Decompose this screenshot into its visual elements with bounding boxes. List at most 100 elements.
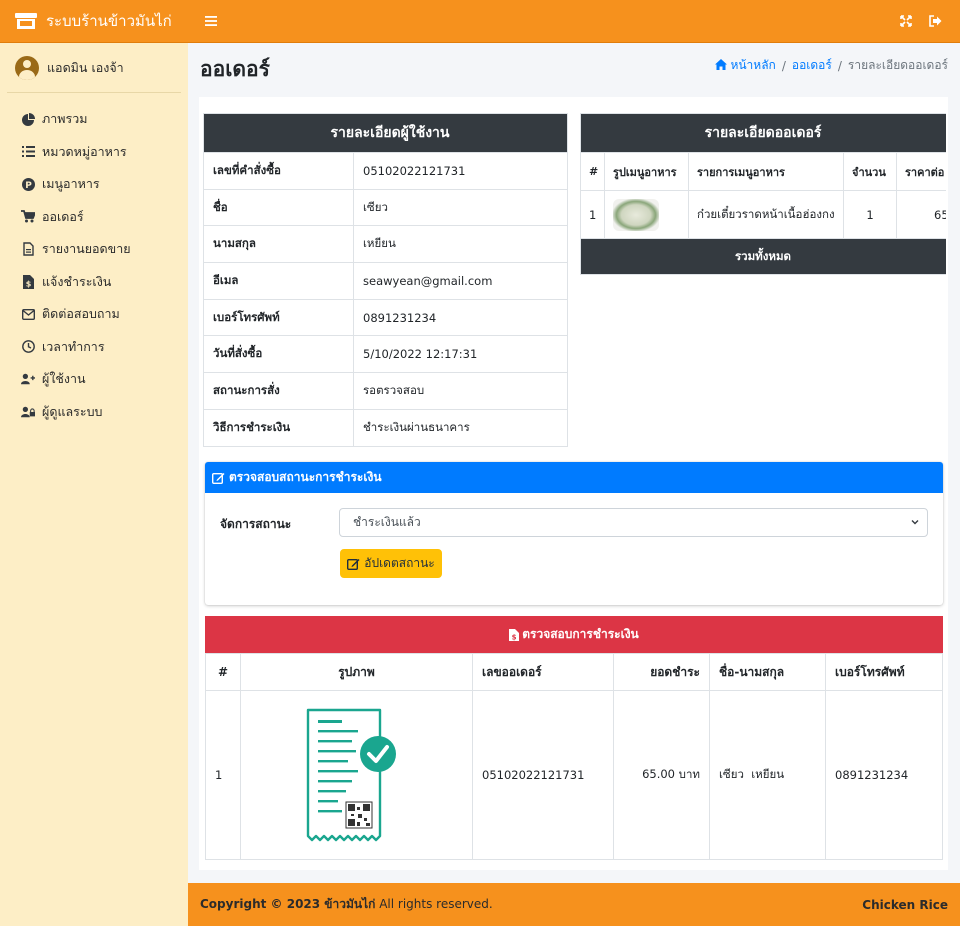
col-header: รายการเมนูอาหาร [688, 152, 844, 191]
table-row: 1 ก๋วยเตี๋ยวราดหน้าเนื้อฮ่องกง 1 65 [580, 190, 946, 239]
receipt-check-icon[interactable] [306, 708, 398, 842]
edit-icon [212, 472, 225, 484]
sidebar: ระบบร้านข้าวมันไก่ แอดมิน เองจ้า ภาพรวม … [0, 0, 188, 926]
payment-verification-card: $ ตรวจสอบการชำระเงิน # รูปภาพ เลขออเดอร์… [205, 616, 943, 860]
envelope-icon [21, 307, 35, 321]
cell-qty: 1 [843, 190, 897, 239]
user-panel[interactable]: แอดมิน เองจ้า [7, 43, 181, 93]
table-key: สถานะการสั่ง [203, 372, 354, 410]
logout-icon[interactable] [929, 15, 942, 27]
table-row: เบอร์โทรศัพท์ 0891231234 [203, 298, 568, 337]
cell-fullname: เซียว เหยียน [709, 690, 826, 860]
table-key: ชื่อ [203, 188, 354, 227]
status-label: จัดการสถานะ [220, 517, 292, 531]
sidebar-item-payment-notice[interactable]: $ แจ้งชำระเงิน [0, 266, 188, 299]
table-key: วิธีการชำระเงิน [203, 408, 354, 447]
hamburger-icon[interactable] [205, 15, 217, 27]
footer-copyright: Copyright © 2023 ข้าวมันไก่ All rights r… [200, 895, 493, 914]
sidebar-item-opening-hours[interactable]: เวลาทำการ [0, 331, 188, 364]
table-key: เบอร์โทรศัพท์ [203, 298, 354, 337]
product-hunt-icon: P [21, 177, 35, 191]
order-details-heading: รายละเอียดออเดอร์ [580, 113, 946, 153]
user-plus-icon [21, 372, 35, 386]
col-header: รูปภาพ [240, 653, 473, 691]
update-status-label: อัปเดตสถานะ [364, 556, 435, 570]
cart-icon [21, 210, 35, 224]
sidebar-item-orders[interactable]: ออเดอร์ [0, 201, 188, 234]
file-invoice-icon: $ [509, 628, 520, 641]
brand-title: ระบบร้านข้าวมันไก่ [46, 12, 172, 30]
status-select[interactable]: ชำระเงินแล้ว [339, 508, 928, 537]
table-value: เซียว [353, 188, 568, 227]
table-key: เลขที่คำสั่งซื้อ [203, 152, 354, 190]
table-value: ชำระเงินผ่านธนาคาร [353, 408, 568, 447]
cell-name: ก๋วยเตี๋ยวราดหน้าเนื้อฮ่องกง [688, 190, 844, 239]
col-header: ราคาต่อ [896, 152, 946, 191]
cell-image [604, 190, 689, 239]
svg-text:$: $ [512, 633, 517, 641]
status-select-value: ชำระเงินแล้ว [353, 515, 421, 529]
table-row: วันที่สั่งซื้อ 5/10/2022 12:17:31 [203, 335, 568, 374]
sidebar-item-label: หมวดหมู่อาหาร [42, 143, 127, 159]
table-row: วิธีการชำระเงิน ชำระเงินผ่านธนาคาร [203, 408, 568, 447]
col-header: จำนวน [843, 152, 897, 191]
sidebar-item-overview[interactable]: ภาพรวม [0, 103, 188, 136]
breadcrumb: หน้าหลัก / ออเดอร์ / รายละเอียดออเดอร์ [715, 56, 948, 75]
store-icon [15, 13, 37, 29]
breadcrumb-home-label: หน้าหลัก [730, 58, 776, 72]
breadcrumb-orders[interactable]: ออเดอร์ [792, 56, 832, 75]
sidebar-item-label: ภาพรวม [42, 111, 88, 127]
payment-status-title: ตรวจสอบสถานะการชำระเงิน [229, 470, 382, 484]
food-image [613, 198, 659, 231]
footer: Copyright © 2023 ข้าวมันไก่ All rights r… [188, 883, 960, 926]
table-value: seawyean@gmail.com [353, 262, 568, 300]
table-row: ชื่อ เซียว [203, 188, 568, 227]
sidebar-item-sales-report[interactable]: รายงานยอดขาย [0, 233, 188, 266]
brand[interactable]: ระบบร้านข้าวมันไก่ [0, 0, 188, 43]
payment-status-header: ตรวจสอบสถานะการชำระเงิน [205, 462, 943, 493]
chart-pie-icon [21, 112, 35, 126]
footer-rights: All rights reserved. [375, 897, 493, 911]
breadcrumb-separator: / [837, 58, 842, 73]
table-key: วันที่สั่งซื้อ [203, 335, 354, 374]
list-icon [21, 145, 35, 159]
order-total-row: รวมทั้งหมด [580, 238, 946, 275]
sidebar-item-label: ออเดอร์ [42, 208, 84, 224]
col-header: ชื่อ-นามสกุล [709, 653, 826, 691]
cell-no: 1 [205, 690, 241, 860]
update-status-button[interactable]: อัปเดตสถานะ [340, 549, 442, 578]
sidebar-item-label: แจ้งชำระเงิน [42, 273, 112, 289]
table-row: เลขที่คำสั่งซื้อ 05102022121731 [203, 152, 568, 190]
edit-icon [347, 558, 360, 570]
cell-slip [240, 690, 473, 860]
svg-text:$: $ [25, 279, 31, 288]
footer-brand: Chicken Rice [862, 897, 948, 912]
sidebar-item-categories[interactable]: หมวดหมู่อาหาร [0, 136, 188, 169]
payment-status-card: ตรวจสอบสถานะการชำระเงิน จัดการสถานะ ชำระ… [205, 462, 943, 605]
breadcrumb-home[interactable]: หน้าหลัก [715, 56, 776, 75]
home-icon [715, 59, 728, 70]
sidebar-item-label: เมนูอาหาร [42, 176, 100, 192]
col-header: เลขออเดอร์ [472, 653, 614, 691]
sidebar-item-menu[interactable]: P เมนูอาหาร [0, 168, 188, 201]
sidebar-item-admins[interactable]: ผู้ดูแลระบบ [0, 396, 188, 429]
cell-order-no: 05102022121731 [472, 690, 614, 860]
breadcrumb-current: รายละเอียดออเดอร์ [847, 58, 948, 72]
sidebar-item-label: รายงานยอดขาย [42, 241, 131, 257]
page-title: ออเดอร์ [200, 57, 270, 81]
payment-table: # รูปภาพ เลขออเดอร์ ยอดชำระ ชื่อ-นามสกุล… [205, 653, 943, 860]
clock-icon [21, 340, 35, 354]
top-navbar [188, 0, 960, 43]
order-total-label: รวมทั้งหมด [734, 248, 792, 263]
sidebar-item-users[interactable]: ผู้ใช้งาน [0, 363, 188, 396]
col-header: เบอร์โทรศัพท์ [825, 653, 943, 691]
col-header: # [580, 152, 605, 191]
svg-text:P: P [25, 181, 32, 191]
sidebar-item-contact[interactable]: ติดต่อสอบถาม [0, 298, 188, 331]
cell-price: 65 [896, 190, 946, 239]
cell-phone: 0891231234 [825, 690, 943, 860]
sidebar-nav: ภาพรวม หมวดหมู่อาหาร P เมนูอาหาร ออเดอร์… [0, 103, 188, 428]
fullscreen-icon[interactable] [900, 15, 912, 27]
file-report-icon [21, 242, 35, 256]
breadcrumb-separator: / [781, 58, 786, 73]
